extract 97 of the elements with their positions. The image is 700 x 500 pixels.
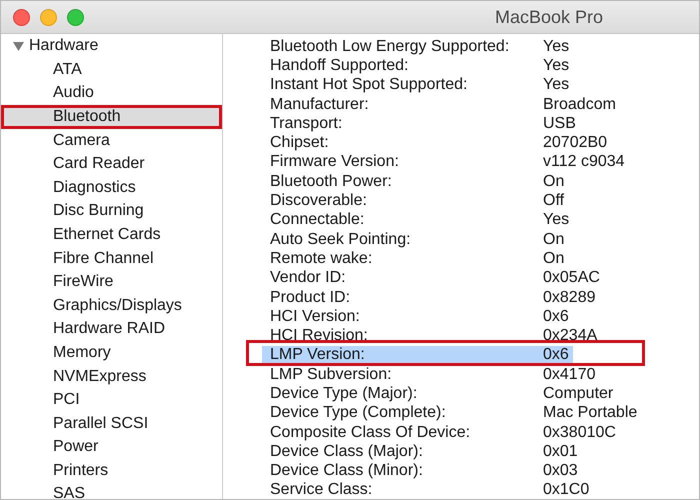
detail-row[interactable]: Device Class (Major): 0x01 xyxy=(262,442,578,462)
sidebar-item[interactable]: PCI xyxy=(1,388,222,412)
sidebar-item[interactable]: Fibre Channel xyxy=(1,246,222,270)
close-button[interactable] xyxy=(13,8,30,26)
detail-row[interactable]: Chipset: 20702B0 xyxy=(262,133,608,153)
property-label: Transport: xyxy=(270,116,344,132)
property-value: Yes xyxy=(543,38,570,55)
detail-row[interactable]: Product ID: 0x8289 xyxy=(262,288,596,308)
sidebar-item[interactable]: Power xyxy=(1,436,222,460)
detail-row[interactable]: Vendor ID: 0x05AC xyxy=(262,268,600,288)
detail-row[interactable]: Firmware Version: v112 c9034 xyxy=(262,152,625,172)
detail-row[interactable]: Device Type (Major): Computer xyxy=(262,384,614,404)
property-value: On xyxy=(543,232,564,248)
property-value: 0x6 xyxy=(543,308,569,325)
property-label: Device Class (Major): xyxy=(270,444,424,460)
sidebar-item[interactable]: Audio xyxy=(1,82,222,106)
window-title: MacBook Pro xyxy=(494,6,603,28)
property-value: On xyxy=(543,174,564,190)
detail-row[interactable]: Discoverable: Off xyxy=(262,191,573,211)
property-label: Firmware Version: xyxy=(270,154,400,170)
property-label: Chipset: xyxy=(270,135,330,152)
property-label: Manufacturer: xyxy=(270,96,370,113)
sidebar-item[interactable]: Parallel SCSI xyxy=(1,412,222,436)
sidebar-item[interactable]: SAS xyxy=(1,482,222,499)
detail-row[interactable]: Service Class: 0x1C0 xyxy=(262,480,590,499)
detail-row[interactable]: Auto Seek Pointing: On xyxy=(262,230,573,250)
property-label: Discoverable: xyxy=(270,193,368,210)
property-value: 0x38010C xyxy=(543,424,616,441)
sidebar-item[interactable]: Graphics/Displays xyxy=(1,294,222,318)
property-label: Vendor ID: xyxy=(270,270,347,286)
property-label: Instant Hot Spot Supported: xyxy=(270,77,468,94)
sidebar-item[interactable]: Card Reader xyxy=(1,152,222,176)
sidebar-item[interactable]: Memory xyxy=(1,341,222,365)
property-value: 0x234A xyxy=(543,328,598,344)
detail-row[interactable]: Composite Class Of Device: 0x38010C xyxy=(262,422,616,442)
property-value: Yes xyxy=(543,77,570,94)
property-label: Device Type (Major): xyxy=(270,386,418,402)
detail-row[interactable]: Remote wake: On xyxy=(262,249,573,269)
detail-row[interactable]: Handoff Supported: Yes xyxy=(262,56,573,76)
property-label: HCI Version: xyxy=(270,308,361,325)
property-label: Device Type (Complete): xyxy=(270,405,447,422)
property-value: 0x03 xyxy=(543,463,578,480)
sidebar-item[interactable]: ATA xyxy=(1,58,222,82)
sidebar-item[interactable]: Hardware RAID xyxy=(1,318,222,342)
property-label: Remote wake: xyxy=(270,250,374,267)
expanded-triangle-icon[interactable] xyxy=(13,40,24,52)
detail-row[interactable]: Bluetooth Low Energy Supported: Yes xyxy=(262,37,573,56)
detail-row[interactable]: Manufacturer: Broadcom xyxy=(262,94,616,114)
property-label: Device Class (Minor): xyxy=(270,463,424,480)
property-value: 0x01 xyxy=(543,444,578,460)
property-value: Off xyxy=(543,193,564,210)
property-value: Broadcom xyxy=(543,96,616,113)
sidebar-group-label[interactable]: Hardware xyxy=(29,34,98,58)
detail-row[interactable]: Bluetooth Power: On xyxy=(262,172,573,192)
property-label: Connectable: xyxy=(270,212,366,228)
detail-row[interactable]: HCI Version: 0x6 xyxy=(262,307,573,326)
detail-row[interactable]: Instant Hot Spot Supported: Yes xyxy=(262,76,573,95)
property-label: Product ID: xyxy=(270,290,352,306)
zoom-button[interactable] xyxy=(67,8,84,26)
property-value: Mac Portable xyxy=(543,405,638,422)
detail-row[interactable]: HCI Revision: 0x234A xyxy=(262,326,598,346)
property-value: 0x1C0 xyxy=(543,482,590,498)
property-value: 0x4170 xyxy=(543,366,596,383)
property-value: Computer xyxy=(543,386,614,402)
property-value: USB xyxy=(543,116,576,132)
property-label: Service Class: xyxy=(270,482,374,498)
sidebar-item[interactable]: Disc Burning xyxy=(1,200,222,224)
detail-row[interactable]: Transport: USB xyxy=(262,114,576,134)
property-value: 20702B0 xyxy=(543,135,608,152)
property-label: Bluetooth Power: xyxy=(270,174,393,190)
property-value: 0x05AC xyxy=(543,270,600,286)
detail-row[interactable]: LMP Version: 0x6 xyxy=(262,346,573,366)
property-value: v112 c9034 xyxy=(543,154,625,170)
property-value: 0x8289 xyxy=(543,290,596,306)
detail-row[interactable]: Device Class (Minor): 0x03 xyxy=(262,462,578,481)
property-value: Yes xyxy=(543,212,570,228)
property-value: 0x6 xyxy=(543,347,569,364)
property-label: LMP Version: xyxy=(270,347,366,364)
sidebar-item[interactable]: NVMExpress xyxy=(1,364,222,388)
detail-row[interactable]: Device Type (Complete): Mac Portable xyxy=(262,404,638,423)
sidebar-item[interactable]: FireWire xyxy=(1,270,222,294)
sidebar-item[interactable]: Diagnostics xyxy=(1,176,222,200)
sidebar-item[interactable]: Printers xyxy=(1,459,222,483)
minimize-button[interactable] xyxy=(40,8,57,26)
sidebar-item[interactable]: Ethernet Cards xyxy=(1,223,222,247)
property-label: HCI Revision: xyxy=(270,328,369,344)
detail-row[interactable]: LMP Subversion: 0x4170 xyxy=(262,365,596,384)
property-value: On xyxy=(543,250,564,267)
property-label: Auto Seek Pointing: xyxy=(270,232,412,248)
property-label: Bluetooth Low Energy Supported: xyxy=(270,38,510,55)
property-label: Handoff Supported: xyxy=(270,58,410,74)
property-value: Yes xyxy=(543,58,570,74)
detail-row[interactable]: Connectable: Yes xyxy=(262,210,573,230)
sidebar-item[interactable]: Bluetooth xyxy=(1,105,222,129)
sidebar-item[interactable]: Camera xyxy=(1,128,222,152)
property-label: LMP Subversion: xyxy=(270,366,393,383)
property-label: Composite Class Of Device: xyxy=(270,424,472,441)
